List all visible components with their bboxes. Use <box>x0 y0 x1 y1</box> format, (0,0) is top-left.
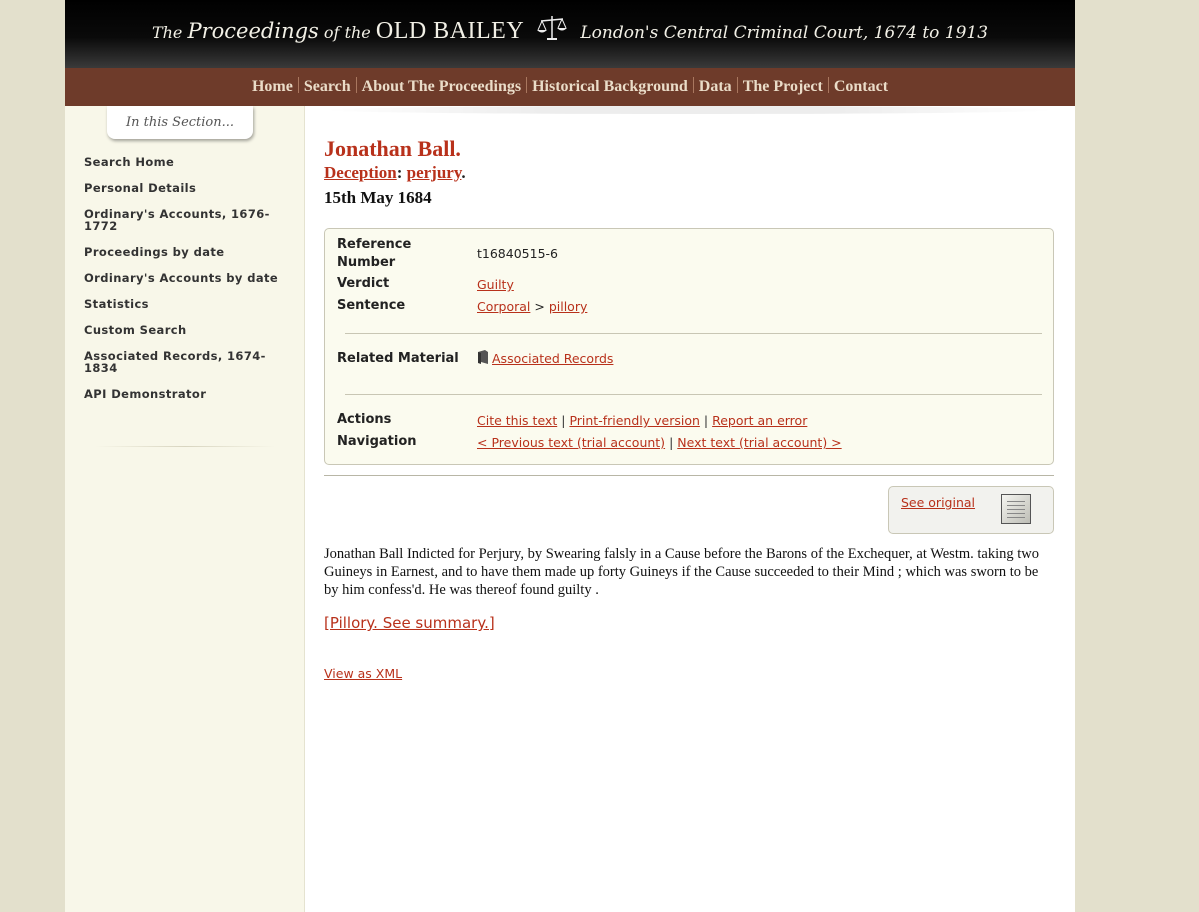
banner-of-the: of the <box>323 23 371 42</box>
nav-search[interactable]: Search <box>304 78 351 95</box>
site-banner[interactable]: The Proceedings of the OLD BAILEY London… <box>65 0 1075 68</box>
nav-separator <box>827 77 829 93</box>
sidebar-item-ordinarys-accounts-by-date[interactable]: Ordinary's Accounts by date <box>84 272 284 284</box>
sidebar-item-statistics[interactable]: Statistics <box>84 298 284 310</box>
nav-contact[interactable]: Contact <box>834 78 888 95</box>
see-original-box: See original <box>888 486 1054 534</box>
reference-value: t16840515-6 <box>477 246 558 261</box>
nav-separator <box>692 77 694 93</box>
nav-separator <box>526 77 528 93</box>
see-original-link[interactable]: See original <box>901 495 975 510</box>
pipe-separator: | <box>669 435 674 450</box>
sidebar-item-proceedings-by-date[interactable]: Proceedings by date <box>84 246 284 258</box>
associated-records-link[interactable]: Associated Records <box>492 351 613 366</box>
navigation-label: Navigation <box>337 434 417 449</box>
navigation-links: < Previous text (trial account) | Next tex… <box>477 434 842 452</box>
page: The Proceedings of the OLD BAILEY London… <box>65 0 1075 912</box>
previous-text-link[interactable]: < Previous text (trial account) <box>477 435 665 450</box>
sidebar-item-ordinarys-accounts[interactable]: Ordinary's Accounts, 1676-1772 <box>84 208 284 232</box>
sidebar-item-personal-details[interactable]: Personal Details <box>84 182 284 194</box>
offence-separator: : <box>396 163 403 182</box>
book-icon <box>477 350 489 369</box>
print-friendly-link[interactable]: Print-friendly version <box>569 413 699 428</box>
next-text-link[interactable]: Next text (trial account) > <box>677 435 841 450</box>
document-thumbnail-icon[interactable] <box>1001 494 1031 524</box>
banner-subtitle: London's Central Criminal Court, 1674 to… <box>580 23 989 43</box>
actions-links: Cite this text | Print-friendly version | Re… <box>477 412 807 430</box>
nav-data[interactable]: Data <box>699 78 732 95</box>
main-nav: Home Search About The Proceedings Historica… <box>65 68 1075 106</box>
offence-link[interactable]: perjury <box>407 163 462 182</box>
sentence-label: Sentence <box>337 298 406 313</box>
nav-shadow <box>324 106 1055 114</box>
nav-the-project[interactable]: The Project <box>743 78 823 95</box>
content-divider <box>324 475 1054 476</box>
nav-separator <box>355 77 357 93</box>
sidebar: In this Section... Search Home Personal … <box>65 106 305 912</box>
trial-date: 15th May 1684 <box>324 188 432 207</box>
info-divider <box>345 394 1042 395</box>
banner-the: The <box>151 23 183 42</box>
nav-separator <box>736 77 738 93</box>
sidebar-item-api-demonstrator[interactable]: API Demonstrator <box>84 388 284 400</box>
banner-proceedings: Proceedings <box>187 19 319 43</box>
view-as-xml-link[interactable]: View as XML <box>324 666 402 681</box>
sentence-arrow: > <box>534 299 545 314</box>
sentence-link[interactable]: pillory <box>549 299 588 314</box>
sidebar-divider <box>95 446 275 447</box>
sidebar-item-custom-search[interactable]: Custom Search <box>84 324 284 336</box>
nav-separator <box>297 77 299 93</box>
offence-end: . <box>461 163 466 182</box>
pipe-separator: | <box>561 413 566 428</box>
sentence-value: Corporal > pillory <box>477 298 587 316</box>
nav-historical-background[interactable]: Historical Background <box>532 78 688 95</box>
cite-link[interactable]: Cite this text <box>477 413 557 428</box>
nav-about[interactable]: About The Proceedings <box>362 78 521 95</box>
offence-line: Deception: perjury. <box>324 163 466 183</box>
sidebar-item-associated-records[interactable]: Associated Records, 1674-1834 <box>84 350 284 374</box>
verdict-label: Verdict <box>337 276 390 291</box>
report-error-link[interactable]: Report an error <box>712 413 807 428</box>
sidebar-links: Search Home Personal Details Ordinary's … <box>84 156 284 414</box>
offence-category-link[interactable]: Deception <box>324 163 397 182</box>
trial-info-box: Reference Number t16840515-6 Verdict Gui… <box>324 228 1054 465</box>
info-divider <box>345 333 1042 334</box>
sidebar-item-search-home[interactable]: Search Home <box>84 156 284 168</box>
related-material-value: Associated Records <box>477 350 613 369</box>
reference-label: Reference Number <box>337 237 412 270</box>
site-title: The Proceedings of the OLD BAILEY London… <box>65 14 1075 46</box>
trial-text: Jonathan Ball Indicted for Perjury, by S… <box>324 546 1040 598</box>
related-material-label: Related Material <box>337 351 459 366</box>
section-tab: In this Section... <box>107 106 253 139</box>
summary-link[interactable]: [Pillory. See summary.] <box>324 614 495 632</box>
scales-icon <box>537 14 568 46</box>
trial-title: Jonathan Ball. <box>324 136 461 161</box>
pipe-separator: | <box>703 413 709 428</box>
verdict-value: Guilty <box>477 276 514 294</box>
verdict-link[interactable]: Guilty <box>477 277 514 292</box>
actions-label: Actions <box>337 412 392 427</box>
banner-old-bailey: OLD BAILEY <box>375 18 525 44</box>
nav-home[interactable]: Home <box>252 78 293 95</box>
sentence-category-link[interactable]: Corporal <box>477 299 530 314</box>
